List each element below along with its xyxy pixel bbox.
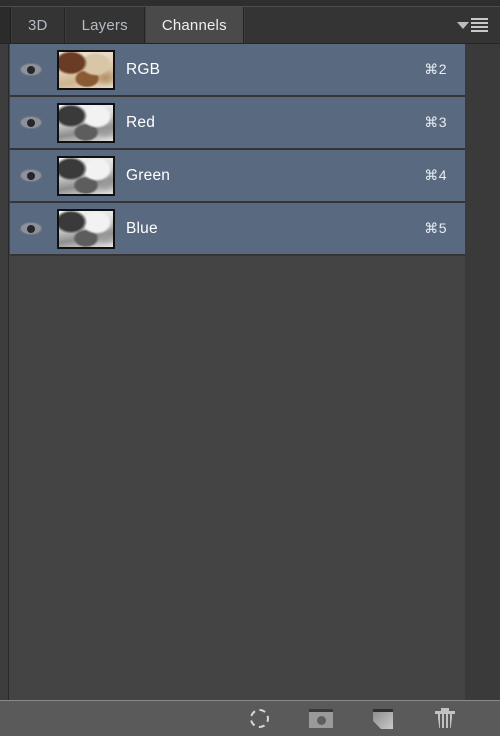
channel-rows: RGB ⌘2 Red ⌘3 Green ⌘4 Blue ⌘5: [10, 44, 465, 256]
channel-list: RGB ⌘2 Red ⌘3 Green ⌘4 Blue ⌘5: [0, 44, 500, 700]
tab-3d-label: 3D: [28, 16, 48, 34]
channel-thumbnail-cell-red: [52, 102, 120, 143]
tab-channels-label: Channels: [161, 16, 227, 34]
channel-row-blue[interactable]: Blue ⌘5: [10, 203, 465, 256]
channel-shortcut-red: ⌘3: [424, 114, 447, 130]
channel-thumbnail-cell-green: [52, 155, 120, 196]
channel-shortcut-blue: ⌘5: [424, 220, 447, 236]
tab-layers-label: Layers: [81, 16, 128, 34]
channel-thumbnail-cell-blue: [52, 208, 120, 249]
channel-name-blue: Blue: [126, 219, 158, 237]
new-page-icon: [373, 708, 393, 729]
channel-name-green: Green: [126, 166, 171, 184]
tab-bar-left-edge: [0, 7, 11, 43]
list-scrollbar-gutter[interactable]: [465, 44, 500, 700]
tab-bar-filler: [243, 7, 500, 43]
delete-channel-button[interactable]: [432, 707, 458, 731]
chevron-down-icon: [457, 21, 469, 29]
visibility-toggle-green[interactable]: [10, 169, 52, 182]
channel-name-rgb: RGB: [126, 60, 161, 78]
tab-channels[interactable]: Channels: [144, 7, 244, 43]
list-left-rail: [0, 44, 9, 700]
channel-shortcut-rgb: ⌘2: [424, 61, 447, 77]
tab-3d[interactable]: 3D: [11, 7, 65, 43]
panel-tab-bar: 3D Layers Channels: [0, 7, 500, 44]
channel-thumbnail-red: [57, 102, 115, 143]
visibility-toggle-blue[interactable]: [10, 222, 52, 235]
channel-row-red[interactable]: Red ⌘3: [10, 97, 465, 150]
panel-menu-button[interactable]: [455, 14, 490, 36]
eye-icon: [20, 169, 42, 182]
visibility-toggle-rgb[interactable]: [10, 63, 52, 76]
eye-icon: [20, 222, 42, 235]
trash-icon: [435, 708, 455, 729]
save-selection-as-channel-button[interactable]: [308, 707, 334, 731]
channels-panel: 3D Layers Channels RGB ⌘2 Red ⌘3 Green ⌘…: [0, 0, 500, 736]
quick-mask-icon: [309, 709, 333, 728]
panel-top-strip: [0, 0, 500, 7]
channel-name-red: Red: [126, 113, 156, 131]
channel-thumbnail-cell-rgb: [52, 49, 120, 90]
channels-bottom-toolbar: [0, 700, 500, 736]
load-channel-as-selection-button[interactable]: [246, 707, 272, 731]
visibility-toggle-red[interactable]: [10, 116, 52, 129]
channel-thumbnail-green: [57, 155, 115, 196]
dashed-selection-icon: [249, 709, 269, 728]
tab-layers[interactable]: Layers: [64, 7, 145, 43]
channel-thumbnail-rgb: [57, 49, 115, 90]
create-new-channel-button[interactable]: [370, 707, 396, 731]
eye-icon: [20, 63, 42, 76]
channel-row-rgb[interactable]: RGB ⌘2: [10, 44, 465, 97]
channel-row-green[interactable]: Green ⌘4: [10, 150, 465, 203]
eye-icon: [20, 116, 42, 129]
channel-shortcut-green: ⌘4: [424, 167, 447, 183]
hamburger-icon: [471, 18, 488, 32]
channel-thumbnail-blue: [57, 208, 115, 249]
